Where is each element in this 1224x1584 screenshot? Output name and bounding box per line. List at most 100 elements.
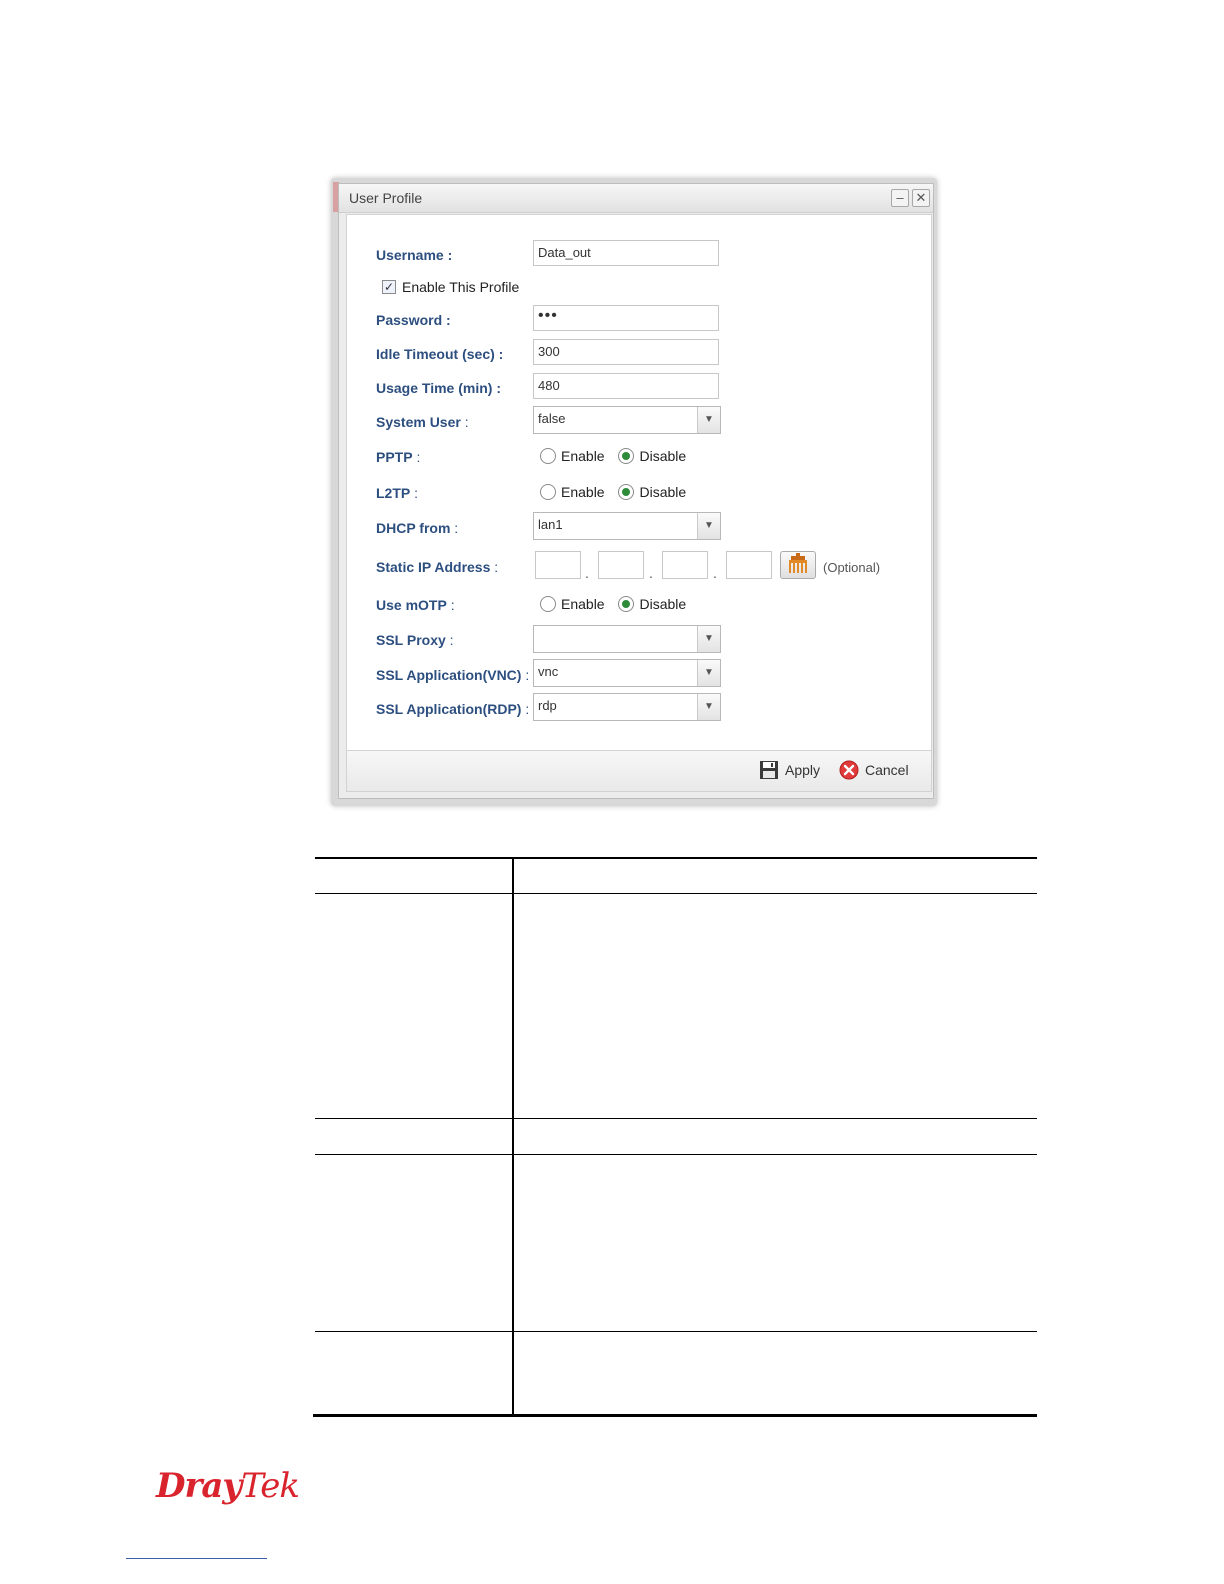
ip-dot: . <box>649 565 653 581</box>
pptp-label-colon: : <box>412 449 421 465</box>
static-ip-label-text: Static IP Address <box>376 559 491 575</box>
apply-label: Apply <box>785 762 821 778</box>
table-row-rule <box>315 1154 1037 1155</box>
l2tp-disable-radio[interactable] <box>618 484 635 500</box>
ip-picker-button[interactable] <box>780 551 816 579</box>
cancel-label: Cancel <box>865 762 909 778</box>
static-ip-octet-3[interactable] <box>662 551 708 579</box>
chevron-down-icon[interactable]: ▼ <box>697 660 720 686</box>
username-input[interactable]: Data_out <box>533 240 719 266</box>
idle-timeout-label: Idle Timeout (sec) : <box>376 346 504 362</box>
static-ip-optional: (Optional) <box>823 560 881 575</box>
ssl-proxy-select[interactable]: ▼ <box>533 625 721 653</box>
l2tp-enable-label: Enable <box>561 484 605 500</box>
close-button[interactable]: ✕ <box>912 189 930 207</box>
username-label: Username : <box>376 247 453 263</box>
footer-rule <box>126 1558 267 1559</box>
apply-button[interactable]: Apply <box>759 760 820 780</box>
dhcp-from-value: lan1 <box>538 517 563 532</box>
pptp-disable-label: Disable <box>639 448 687 464</box>
pptp-label: PPTP : <box>376 449 420 465</box>
static-ip-octet-2[interactable] <box>598 551 644 579</box>
password-label: Password : <box>376 312 451 328</box>
ssl-app-rdp-label-text: SSL Application(RDP) <box>376 701 522 717</box>
dialog-footer: Apply Cancel <box>346 750 932 792</box>
l2tp-label-colon: : <box>410 485 419 501</box>
password-input[interactable]: ••• <box>533 305 719 331</box>
l2tp-enable-radio[interactable] <box>540 484 556 500</box>
logo-dray: Dray <box>156 1466 242 1506</box>
system-user-label-text: System User <box>376 414 461 430</box>
idle-timeout-input[interactable]: 300 <box>533 339 719 365</box>
ssl-app-rdp-select[interactable]: rdp ▼ <box>533 693 721 721</box>
motp-radio-group: Enable Disable <box>540 596 696 612</box>
pptp-label-text: PPTP <box>376 449 413 465</box>
table-header-rule <box>315 893 1037 894</box>
chevron-down-icon[interactable]: ▼ <box>697 407 720 433</box>
static-ip-label: Static IP Address : <box>376 559 498 575</box>
ip-dot: . <box>713 565 717 581</box>
pptp-radio-group: Enable Disable <box>540 448 696 464</box>
ssl-app-rdp-label-colon: : <box>521 701 530 717</box>
table-row-rule <box>315 1331 1037 1332</box>
dhcp-from-label-text: DHCP from <box>376 520 451 536</box>
ssl-app-rdp-label: SSL Application(RDP) : <box>376 701 529 717</box>
cancel-icon <box>839 760 859 780</box>
save-icon <box>760 761 778 779</box>
use-motp-label-colon: : <box>446 597 455 613</box>
system-user-label-colon: : <box>460 414 469 430</box>
system-user-label: System User : <box>376 414 469 430</box>
l2tp-disable-label: Disable <box>639 484 687 500</box>
network-clean-icon <box>789 553 807 573</box>
dhcp-from-select[interactable]: lan1 ▼ <box>533 512 721 540</box>
ssl-proxy-label-text: SSL Proxy <box>376 632 446 648</box>
dialog-titlebar[interactable]: User Profile – ✕ <box>339 184 933 213</box>
chevron-down-icon[interactable]: ▼ <box>697 694 720 720</box>
l2tp-radio-group: Enable Disable <box>540 484 696 500</box>
draytek-logo: DrayTek <box>156 1466 300 1506</box>
table-top-rule <box>315 857 1037 859</box>
ip-dot: . <box>585 565 589 581</box>
user-profile-dialog: User Profile – ✕ Username : Data_out ✓ E… <box>338 183 934 799</box>
usage-time-label: Usage Time (min) : <box>376 380 501 396</box>
use-motp-label-text: Use mOTP <box>376 597 447 613</box>
static-ip-label-colon: : <box>490 559 499 575</box>
dhcp-from-label-colon: : <box>450 520 459 536</box>
ssl-proxy-label-colon: : <box>445 632 454 648</box>
ssl-app-rdp-value: rdp <box>538 698 557 713</box>
minimize-button[interactable]: – <box>891 189 909 207</box>
system-user-value: false <box>538 411 566 426</box>
table-column-divider <box>512 857 514 1417</box>
ssl-app-vnc-label: SSL Application(VNC) : <box>376 667 529 683</box>
chevron-down-icon[interactable]: ▼ <box>697 513 720 539</box>
usage-time-input[interactable]: 480 <box>533 373 719 399</box>
ssl-app-vnc-label-text: SSL Application(VNC) <box>376 667 522 683</box>
table-bottom-rule <box>313 1414 1037 1417</box>
static-ip-octet-4[interactable] <box>726 551 772 579</box>
dhcp-from-label: DHCP from : <box>376 520 458 536</box>
ssl-app-vnc-label-colon: : <box>521 667 530 683</box>
ssl-app-vnc-select[interactable]: vnc ▼ <box>533 659 721 687</box>
ssl-proxy-label: SSL Proxy : <box>376 632 454 648</box>
static-ip-octet-1[interactable] <box>535 551 581 579</box>
dialog-title: User Profile <box>349 190 423 206</box>
motp-enable-radio[interactable] <box>540 596 556 612</box>
pptp-enable-radio[interactable] <box>540 448 556 464</box>
ssl-app-vnc-value: vnc <box>538 664 559 679</box>
enable-profile-label: Enable This Profile <box>402 279 520 295</box>
logo-tek: Tek <box>241 1466 300 1506</box>
l2tp-label-text: L2TP <box>376 485 411 501</box>
motp-disable-label: Disable <box>639 596 687 612</box>
motp-enable-label: Enable <box>561 596 605 612</box>
table-row-rule <box>315 1118 1037 1119</box>
pptp-enable-label: Enable <box>561 448 605 464</box>
dialog-content: Username : Data_out ✓ Enable This Profil… <box>346 214 932 751</box>
use-motp-label: Use mOTP : <box>376 597 455 613</box>
motp-disable-radio[interactable] <box>618 596 635 612</box>
l2tp-label: L2TP : <box>376 485 418 501</box>
cancel-button[interactable]: Cancel <box>839 760 909 780</box>
pptp-disable-radio[interactable] <box>618 448 635 464</box>
chevron-down-icon[interactable]: ▼ <box>697 626 720 652</box>
enable-profile-checkbox[interactable]: ✓ <box>382 280 396 294</box>
system-user-select[interactable]: false ▼ <box>533 406 721 434</box>
